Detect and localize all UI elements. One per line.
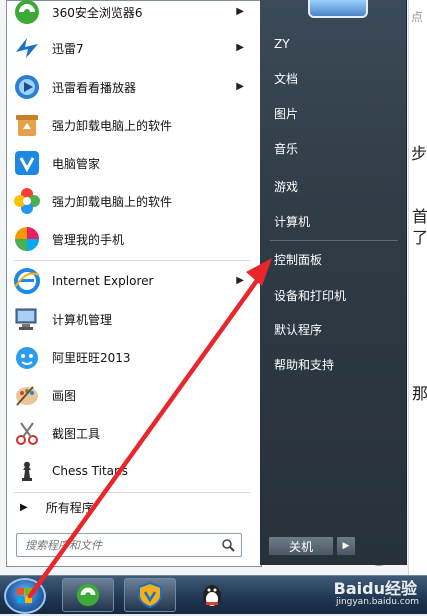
all-programs-label: 所有程序 <box>45 500 94 515</box>
program-label: 电脑管家 <box>52 156 101 171</box>
start-menu: 360安全浏览器6 ▶ 迅雷7 ▶ 迅雷看看播放器 ▶ 强力卸载电脑上的软件 电… <box>0 0 410 575</box>
program-label: 管理我的手机 <box>52 232 125 247</box>
browser-360-icon <box>10 0 44 29</box>
place-item-user[interactable]: ZY <box>274 30 400 58</box>
places-separator <box>270 240 398 241</box>
program-item-chess-titans[interactable]: Chess Titans <box>8 453 252 489</box>
shutdown-button[interactable]: 关机 <box>268 536 334 556</box>
recycle-box-icon <box>10 108 44 142</box>
player-icon <box>10 70 44 104</box>
place-item-default-programs[interactable]: 默认程序 <box>274 315 400 343</box>
all-programs-button[interactable]: ▶ 所有程序 <box>8 495 252 519</box>
submenu-arrow-icon: ▶ <box>236 275 244 286</box>
place-item-devices-printers[interactable]: 设备和打印机 <box>274 281 400 309</box>
search-input[interactable] <box>23 534 223 556</box>
place-label: 计算机 <box>274 214 311 229</box>
place-label: 控制面板 <box>274 252 323 267</box>
colorful-ball-icon <box>10 222 44 256</box>
place-item-pictures[interactable]: 图片 <box>274 99 400 127</box>
paint-palette-icon <box>10 378 44 412</box>
background-snippet: 那 <box>412 384 427 403</box>
penguin-icon <box>203 585 221 607</box>
program-label: 迅雷7 <box>52 41 84 56</box>
scissors-icon <box>10 416 44 450</box>
program-item-computer-management[interactable]: 计算机管理 <box>8 301 252 337</box>
program-item-uninstaller-1[interactable]: 强力卸载电脑上的软件 <box>8 107 252 143</box>
program-label: 画图 <box>52 388 77 403</box>
program-item-pc-manager[interactable]: 电脑管家 <box>8 145 252 181</box>
shutdown-options-button[interactable]: ▶ <box>336 536 356 556</box>
wangwang-icon <box>10 340 44 374</box>
windows-logo-icon <box>17 588 32 603</box>
thunder-bird-icon <box>10 31 44 65</box>
submenu-arrow-icon: ▶ <box>236 81 244 92</box>
shield-icon <box>138 582 162 608</box>
browser-360-icon <box>76 583 100 607</box>
place-label: ZY <box>274 37 290 51</box>
place-item-games[interactable]: 游戏 <box>274 172 400 200</box>
place-label: 文档 <box>274 71 299 86</box>
place-label: 游戏 <box>274 179 299 194</box>
background-snippet: 步 <box>411 144 427 163</box>
place-item-computer[interactable]: 计算机 <box>274 207 400 235</box>
place-item-documents[interactable]: 文档 <box>274 64 400 92</box>
program-label: 迅雷看看播放器 <box>52 80 137 95</box>
program-item-thunder[interactable]: 迅雷7 ▶ <box>8 30 252 66</box>
shutdown-label: 关机 <box>288 539 313 554</box>
start-button[interactable] <box>4 578 46 614</box>
program-item-uninstaller-2[interactable]: 强力卸载电脑上的软件 <box>8 183 252 219</box>
background-snippet: 了 <box>412 228 427 247</box>
program-label: Internet Explorer <box>52 274 154 288</box>
program-label: 强力卸载电脑上的软件 <box>52 194 173 209</box>
taskbar-security-app[interactable] <box>124 578 176 612</box>
program-label: 360安全浏览器6 <box>52 5 143 20</box>
chevron-right-icon: ▶ <box>342 541 350 551</box>
program-item-360-browser[interactable]: 360安全浏览器6 ▶ <box>8 0 252 30</box>
place-label: 帮助和支持 <box>274 357 335 372</box>
program-label: Chess Titans <box>52 464 128 478</box>
program-item-paint[interactable]: 画图 <box>8 377 252 413</box>
program-item-internet-explorer[interactable]: Internet Explorer ▶ <box>8 263 252 299</box>
place-item-music[interactable]: 音乐 <box>274 134 400 162</box>
search-box[interactable] <box>16 533 242 557</box>
menu-separator <box>14 492 250 493</box>
search-icon <box>221 537 235 556</box>
background-snippet: 点 <box>411 10 424 24</box>
computer-management-icon <box>10 302 44 336</box>
program-label: 截图工具 <box>52 426 101 441</box>
baidu-watermark-url: jingyan.baidu.com <box>335 597 419 607</box>
place-label: 图片 <box>274 106 299 121</box>
ie-icon <box>10 264 44 298</box>
shield-v-icon <box>10 146 44 180</box>
chess-icon <box>10 454 44 488</box>
program-item-xunlei-player[interactable]: 迅雷看看播放器 ▶ <box>8 69 252 105</box>
menu-separator <box>14 260 250 261</box>
background-right-strip <box>408 0 427 575</box>
program-item-phone-manager[interactable]: 管理我的手机 <box>8 221 252 257</box>
program-item-snipping-tool[interactable]: 截图工具 <box>8 415 252 451</box>
place-label: 设备和打印机 <box>274 288 347 303</box>
place-item-control-panel[interactable]: 控制面板 <box>274 245 400 273</box>
user-avatar[interactable] <box>308 0 368 18</box>
flower-icon <box>10 184 44 218</box>
taskbar-360-browser[interactable] <box>62 578 114 612</box>
taskbar-qq[interactable] <box>186 578 238 612</box>
program-label: 计算机管理 <box>52 312 113 327</box>
place-label: 音乐 <box>274 141 299 156</box>
baidu-watermark: Baidu经验 <box>333 579 417 598</box>
program-label: 强力卸载电脑上的软件 <box>52 118 173 133</box>
place-label: 默认程序 <box>274 322 323 337</box>
submenu-arrow-icon: ▶ <box>236 6 244 17</box>
program-label: 阿里旺旺2013 <box>52 350 131 365</box>
place-item-help-support[interactable]: 帮助和支持 <box>274 350 400 378</box>
submenu-arrow-icon: ▶ <box>236 42 244 53</box>
program-item-aliwangwang[interactable]: 阿里旺旺2013 <box>8 339 252 375</box>
triangle-right-icon: ▶ <box>20 501 28 513</box>
